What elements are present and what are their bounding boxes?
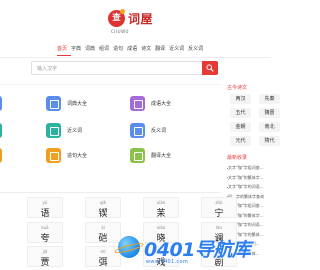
site-logo[interactable]: 查 词屋 CIIUWU bbox=[107, 9, 167, 36]
category-card[interactable]: 反义词 bbox=[130, 123, 190, 141]
nav-item[interactable]: 翻译 bbox=[155, 43, 165, 55]
char-glyph: 夸 bbox=[40, 234, 50, 244]
category-card-label: 成语大全 bbox=[151, 101, 172, 107]
char-pinyin: lán bbox=[215, 225, 223, 230]
nav-item[interactable]: 近义词 bbox=[169, 43, 184, 55]
nav-active-underline bbox=[57, 55, 71, 56]
char-cell[interactable]: zhǔ 宁 bbox=[201, 197, 237, 219]
card-icon-partial[interactable] bbox=[0, 96, 2, 111]
nav-item[interactable]: 反义词 bbox=[188, 43, 203, 55]
char-glyph: 锲 bbox=[98, 209, 108, 219]
char-cell[interactable]: yǔ 语 bbox=[27, 197, 63, 219]
poetry-tag[interactable]: 魏晋 bbox=[259, 108, 280, 118]
char-cell[interactable]: xiàn 苿 bbox=[143, 197, 179, 219]
search-input[interactable]: 输入汉字 bbox=[31, 61, 202, 75]
poetry-tag[interactable]: 南北 bbox=[259, 122, 280, 132]
nav-item[interactable]: 成语 bbox=[127, 43, 137, 55]
latest-list-item[interactable]: 文字"咖"字组词查… bbox=[228, 165, 270, 171]
char-glyph: 弭 bbox=[98, 258, 108, 268]
category-card-label: 近义词 bbox=[67, 128, 83, 134]
category-card-label: 反义词 bbox=[151, 128, 167, 134]
char-cell[interactable]: kuā 夸 bbox=[27, 222, 63, 244]
latest-section-title: 最新收录 bbox=[227, 155, 248, 161]
poetry-tag[interactable]: 元代 bbox=[230, 136, 251, 146]
category-card-label: 造句大全 bbox=[67, 153, 88, 159]
char-glyph: 宁 bbox=[214, 209, 224, 219]
char-pinyin: kuā bbox=[41, 225, 49, 230]
category-card-icon bbox=[130, 96, 145, 111]
category-card[interactable]: 造句大全 bbox=[46, 148, 106, 166]
poetry-tag[interactable]: 金朝 bbox=[230, 122, 251, 132]
latest-list-item[interactable]: 文字"咖"字的词语… bbox=[228, 184, 270, 190]
char-pinyin: zhǔ bbox=[215, 200, 223, 205]
watermark-text: 0401导航库 bbox=[144, 239, 251, 261]
poetry-tag[interactable]: 隋代 bbox=[259, 136, 280, 146]
card-icon-partial[interactable] bbox=[0, 123, 2, 138]
char-glyph: 贾 bbox=[40, 258, 50, 268]
nav-item[interactable]: 字典 bbox=[71, 43, 81, 55]
category-card[interactable]: 近义词 bbox=[46, 123, 106, 141]
poetry-tag[interactable]: 两汉 bbox=[230, 94, 251, 104]
search-placeholder: 输入汉字 bbox=[37, 66, 58, 72]
char-pinyin: qiè bbox=[99, 200, 107, 205]
poetry-tag[interactable]: 五代 bbox=[230, 108, 251, 118]
category-card-icon bbox=[46, 148, 61, 163]
search-icon bbox=[206, 64, 214, 72]
category-card-icon bbox=[46, 96, 61, 111]
category-card-icon bbox=[46, 123, 61, 138]
nav-item[interactable]: 诗文 bbox=[141, 43, 151, 55]
watermark-url: www.0401.com bbox=[146, 259, 188, 265]
nav-divider bbox=[0, 57, 271, 58]
logo-subtitle: CIIUWU bbox=[111, 29, 129, 34]
char-pinyin: yǔ bbox=[42, 200, 48, 205]
logo-name: 词屋 bbox=[128, 12, 154, 26]
category-card[interactable]: 词典大全 bbox=[46, 96, 106, 114]
category-card[interactable]: 成语大全 bbox=[130, 96, 190, 114]
char-cell[interactable]: jiǎ 贾 bbox=[27, 246, 63, 268]
char-glyph: 语 bbox=[40, 209, 50, 219]
char-cell[interactable]: qiè 锲 bbox=[85, 197, 121, 219]
char-pinyin: xiǎo bbox=[156, 225, 166, 230]
category-card-label: 翻译大全 bbox=[151, 153, 172, 159]
search-band-divider bbox=[0, 84, 221, 85]
category-card-icon bbox=[130, 123, 145, 138]
nav-item[interactable]: 首页 bbox=[57, 43, 67, 55]
poetry-section-title: 古今诗文 bbox=[227, 85, 248, 91]
main-nav: 首页 字典 词典 组词 造句 成语 诗文 翻译 近义词 反义词 bbox=[57, 43, 207, 55]
category-card[interactable]: 翻译大全 bbox=[130, 148, 190, 166]
card-icon-partial[interactable] bbox=[0, 148, 2, 163]
category-card-icon bbox=[130, 148, 145, 163]
latest-list-item[interactable]: 文字"咖"的繁体字… bbox=[228, 175, 270, 181]
char-pinyin: jiǎ bbox=[42, 249, 48, 254]
char-pinyin: xiàn bbox=[156, 200, 166, 205]
page: 查 词屋 CIIUWU 首页 字典 词典 组词 造句 成语 诗文 翻译 近义词 反义词 输入汉字 … bbox=[0, 0, 280, 270]
poetry-tag[interactable]: 先秦 bbox=[259, 94, 280, 104]
char-glyph: 苿 bbox=[156, 209, 166, 219]
char-grid-divider bbox=[0, 192, 221, 193]
char-cell[interactable]: ái 硙 bbox=[85, 222, 121, 244]
nav-item[interactable]: 组词 bbox=[99, 43, 109, 55]
char-pinyin: ái bbox=[101, 225, 105, 230]
nav-item[interactable]: 造句 bbox=[113, 43, 123, 55]
category-card-label: 词典大全 bbox=[67, 101, 88, 107]
watermark: 0401导航库 www.0401.com bbox=[113, 234, 271, 270]
char-glyph: 硙 bbox=[98, 234, 108, 244]
search-button[interactable] bbox=[202, 61, 218, 75]
logo-dot bbox=[120, 9, 125, 14]
nav-item[interactable]: 词典 bbox=[85, 43, 95, 55]
